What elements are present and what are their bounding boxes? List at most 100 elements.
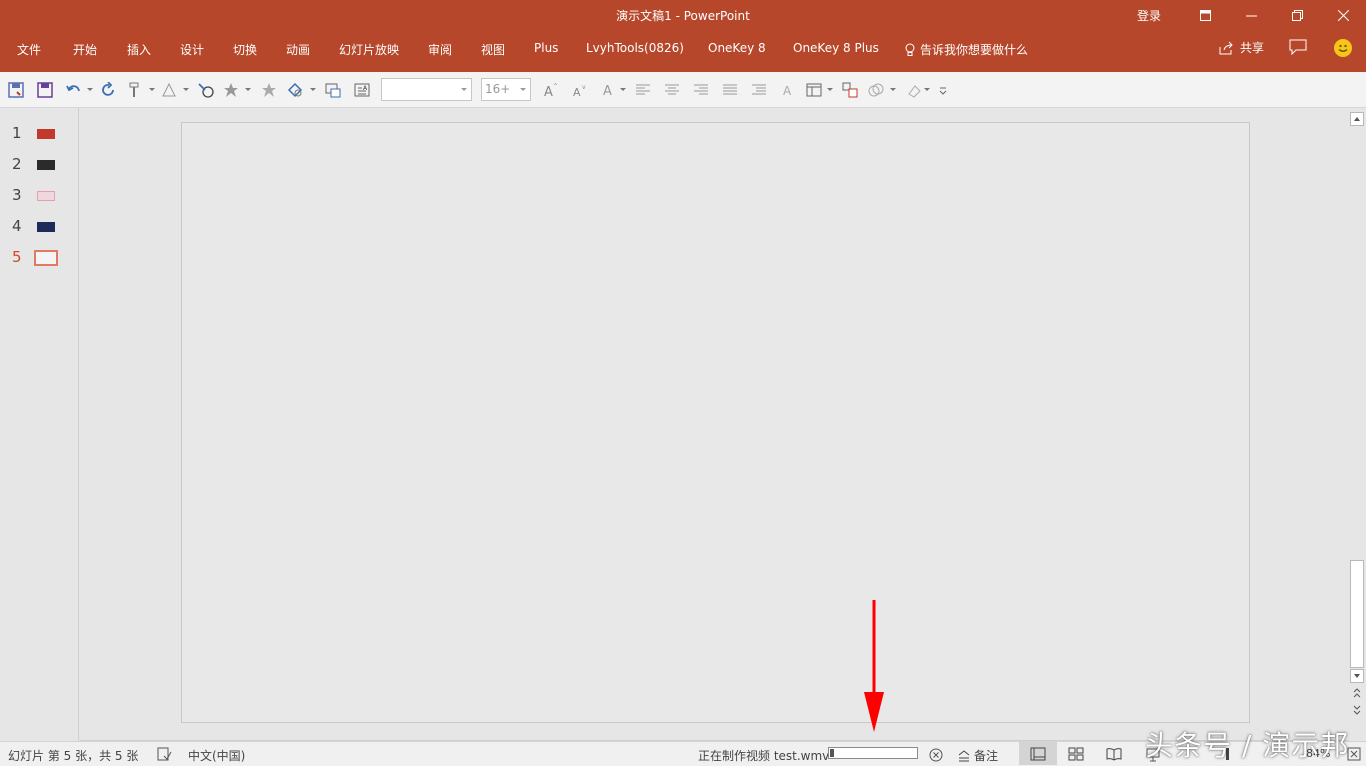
- font-size-value: 16+: [485, 82, 511, 96]
- text-box-icon[interactable]: A: [353, 81, 371, 99]
- ribbon-tabs: 文件 开始 插入 设计 切换 动画 幻灯片放映 审阅 视图 Plus LvyhT…: [0, 30, 1366, 72]
- slide-thumbnail-3[interactable]: 3: [0, 182, 79, 206]
- scroll-down-button[interactable]: [1350, 669, 1364, 683]
- font-size-combobox[interactable]: 16+: [481, 78, 531, 101]
- scroll-thumb[interactable]: [1350, 560, 1364, 668]
- slide-preview: [37, 129, 55, 139]
- font-color-icon[interactable]: A: [600, 81, 618, 99]
- slide-thumbnail-pane: 1 2 3 4 5: [0, 108, 79, 741]
- font-size-dropdown-icon[interactable]: [520, 88, 526, 91]
- effects-dropdown-icon[interactable]: [245, 88, 251, 91]
- effects-star-icon[interactable]: [222, 81, 240, 99]
- ribbon-display-icon: [1199, 9, 1211, 21]
- next-slide-icon[interactable]: [1352, 704, 1362, 716]
- slide-canvas[interactable]: [181, 122, 1250, 723]
- emphasis-star-icon[interactable]: [260, 81, 278, 99]
- tab-design[interactable]: 设计: [180, 41, 204, 58]
- vertical-scrollbar[interactable]: [1349, 110, 1366, 741]
- notes-button[interactable]: 备注: [958, 747, 998, 764]
- clear-format-icon[interactable]: A: [779, 81, 797, 99]
- shape-fill-dropdown-icon[interactable]: [924, 88, 930, 91]
- comment-icon[interactable]: [1289, 39, 1307, 55]
- restore-button[interactable]: [1274, 0, 1320, 30]
- format-painter-dropdown-icon[interactable]: [149, 88, 155, 91]
- tab-plus[interactable]: Plus: [534, 41, 558, 55]
- font-name-dropdown-icon[interactable]: [461, 88, 467, 91]
- close-icon: [1337, 9, 1349, 21]
- language-text[interactable]: 中文(中国): [188, 747, 245, 764]
- slide-sorter-icon: [1068, 747, 1084, 760]
- save-icon[interactable]: [7, 81, 25, 99]
- slide-thumbnail-4[interactable]: 4: [0, 213, 79, 237]
- slide-preview: [37, 222, 55, 232]
- animation-painter-dropdown-icon[interactable]: [183, 88, 189, 91]
- slide-thumbnail-2[interactable]: 2: [0, 151, 79, 175]
- tab-review[interactable]: 审阅: [428, 41, 452, 58]
- customize-toolbar-icon[interactable]: [934, 81, 952, 99]
- tab-file[interactable]: 文件: [17, 41, 41, 58]
- svg-text:A: A: [783, 84, 792, 98]
- tab-transitions[interactable]: 切换: [233, 41, 257, 58]
- slide-preview: [37, 191, 55, 201]
- quick-styles-dropdown-icon[interactable]: [890, 88, 896, 91]
- slide-preview: [34, 250, 58, 266]
- layout-dropdown-icon[interactable]: [827, 88, 833, 91]
- shapes-dropdown-icon[interactable]: [310, 88, 316, 91]
- previous-slide-icon[interactable]: [1352, 687, 1362, 699]
- slide-number: 2: [12, 155, 22, 173]
- login-link[interactable]: 登录: [1137, 7, 1161, 24]
- slide-number: 3: [12, 186, 22, 204]
- tab-home[interactable]: 开始: [73, 41, 97, 58]
- notes-label: 备注: [974, 749, 999, 763]
- shape-fill-icon[interactable]: [905, 81, 923, 99]
- font-color-dropdown-icon[interactable]: [620, 88, 626, 91]
- undo-icon[interactable]: [65, 81, 83, 99]
- export-status-text: 正在制作视频 test.wmv: [698, 749, 830, 763]
- font-name-combobox[interactable]: [381, 78, 472, 101]
- reading-view-button[interactable]: [1095, 742, 1133, 765]
- save-as-icon[interactable]: [36, 81, 54, 99]
- line-spacing-icon[interactable]: [750, 81, 768, 99]
- smiley-feedback-icon[interactable]: [1334, 39, 1352, 57]
- close-button[interactable]: [1320, 0, 1366, 30]
- layout-icon[interactable]: [805, 81, 823, 99]
- format-painter-icon[interactable]: [126, 81, 144, 99]
- tell-me-search[interactable]: 告诉我你想要做什么: [904, 41, 1028, 58]
- reading-view-icon: [1106, 747, 1122, 761]
- shapes-icon[interactable]: [286, 81, 304, 99]
- arrange-icon[interactable]: [841, 81, 859, 99]
- undo-dropdown-icon[interactable]: [87, 88, 93, 91]
- tab-animations[interactable]: 动画: [286, 41, 310, 58]
- export-progress-fill: [830, 749, 834, 757]
- tab-insert[interactable]: 插入: [127, 41, 151, 58]
- slide-sorter-button[interactable]: [1057, 742, 1095, 765]
- font-grow-icon[interactable]: A ^: [542, 81, 560, 99]
- svg-text:A: A: [573, 86, 581, 98]
- animation-timing-icon[interactable]: [197, 81, 215, 99]
- minimize-button[interactable]: [1228, 0, 1274, 30]
- tab-view[interactable]: 视图: [481, 41, 505, 58]
- svg-text:A: A: [363, 85, 368, 92]
- slide-thumbnail-1[interactable]: 1: [0, 120, 79, 144]
- slide-thumbnail-5[interactable]: 5: [0, 244, 79, 268]
- font-shrink-icon[interactable]: Av: [571, 81, 589, 99]
- animation-painter-icon[interactable]: [160, 81, 178, 99]
- quick-styles-icon[interactable]: [867, 81, 885, 99]
- spell-check-icon[interactable]: [157, 747, 172, 761]
- ribbon-display-options-button[interactable]: [1182, 0, 1228, 30]
- align-right-icon[interactable]: [692, 81, 710, 99]
- justify-icon[interactable]: [721, 81, 739, 99]
- tab-lvyhtools[interactable]: LvyhTools(0826): [586, 41, 684, 55]
- redo-icon[interactable]: [99, 81, 117, 99]
- restore-icon: [1291, 9, 1303, 21]
- tab-onekey8-plus[interactable]: OneKey 8 Plus: [793, 41, 879, 55]
- tab-onekey8[interactable]: OneKey 8: [708, 41, 766, 55]
- tab-slideshow[interactable]: 幻灯片放映: [339, 41, 399, 58]
- cancel-export-icon[interactable]: [929, 748, 943, 762]
- slide-picture-icon[interactable]: [324, 81, 342, 99]
- scroll-up-button[interactable]: [1350, 112, 1364, 126]
- normal-view-button[interactable]: [1019, 742, 1057, 765]
- align-center-icon[interactable]: [663, 81, 681, 99]
- share-button[interactable]: 共享: [1219, 39, 1264, 56]
- align-left-icon[interactable]: [634, 81, 652, 99]
